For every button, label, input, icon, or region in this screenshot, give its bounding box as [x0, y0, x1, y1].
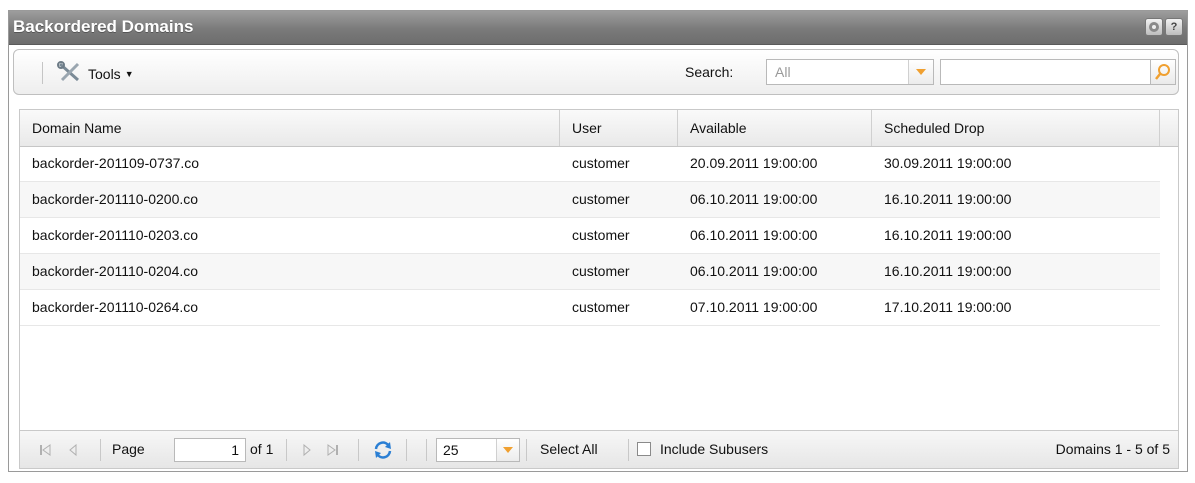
cell-domain: backorder-201110-0264.co [32, 299, 199, 315]
page-size-value: 25 [443, 442, 459, 458]
domains-grid: Domain Name User Available Scheduled Dro… [19, 109, 1179, 431]
cell-domain: backorder-201110-0204.co [32, 263, 199, 279]
backordered-domains-panel: Backordered Domains ? Tools ▼ Search: Al… [8, 10, 1188, 472]
cell-scheduled-drop: 16.10.2011 19:00:00 [884, 263, 1012, 279]
cell-available: 06.10.2011 19:00:00 [690, 227, 818, 243]
paging-separator [426, 439, 427, 461]
paging-separator [526, 439, 527, 461]
cell-user: customer [572, 263, 630, 279]
column-header-domain-name[interactable]: Domain Name [20, 110, 560, 146]
include-subusers-checkbox[interactable] [637, 442, 651, 456]
page-label: Page [112, 441, 145, 457]
page-size-select[interactable]: 25 [436, 438, 520, 462]
dropdown-arrow-icon[interactable] [496, 439, 519, 461]
toolbar: Tools ▼ Search: All [13, 49, 1179, 95]
settings-icon[interactable] [1145, 18, 1163, 36]
chevron-down-icon: ▼ [124, 68, 134, 79]
paging-summary: Domains 1 - 5 of 5 [1055, 441, 1170, 457]
search-scope-value: All [775, 64, 791, 80]
cell-scheduled-drop: 16.10.2011 19:00:00 [884, 191, 1012, 207]
select-all-button[interactable]: Select All [540, 441, 598, 457]
first-page-icon[interactable] [38, 443, 52, 457]
cell-user: customer [572, 299, 630, 315]
search-label: Search: [685, 64, 734, 80]
cell-scheduled-drop: 30.09.2011 19:00:00 [884, 155, 1012, 171]
cell-available: 06.10.2011 19:00:00 [690, 263, 818, 279]
cell-available: 07.10.2011 19:00:00 [690, 299, 818, 315]
page-count-label: of 1 [250, 441, 274, 457]
next-page-icon[interactable] [300, 443, 314, 457]
table-row[interactable]: backorder-201110-0200.co customer 06.10.… [20, 182, 1160, 218]
dropdown-arrow-icon[interactable] [908, 60, 933, 84]
search-scope-select[interactable]: All [766, 59, 934, 85]
cell-scheduled-drop: 17.10.2011 19:00:00 [884, 299, 1012, 315]
help-icon[interactable]: ? [1165, 18, 1183, 36]
paging-separator [406, 439, 407, 461]
paging-separator [286, 439, 287, 461]
cell-available: 06.10.2011 19:00:00 [690, 191, 818, 207]
table-row[interactable]: backorder-201110-0204.co customer 06.10.… [20, 254, 1160, 290]
include-subusers-label[interactable]: Include Subusers [660, 441, 768, 457]
panel-title: Backordered Domains [13, 17, 194, 36]
paging-separator [628, 439, 629, 461]
cell-domain: backorder-201110-0200.co [32, 191, 199, 207]
cell-available: 20.09.2011 19:00:00 [690, 155, 818, 171]
paging-separator [358, 439, 359, 461]
panel-title-bar: Backordered Domains ? [9, 11, 1187, 45]
paging-separator [100, 439, 101, 461]
tools-icon [56, 60, 84, 87]
paging-toolbar: Page 1 of 1 25 Select All Include Subuse… [19, 431, 1179, 469]
column-header-scheduled-drop[interactable]: Scheduled Drop [872, 110, 1160, 146]
cell-scheduled-drop: 16.10.2011 19:00:00 [884, 227, 1012, 243]
page-number-input[interactable]: 1 [174, 438, 246, 462]
cell-user: customer [572, 191, 630, 207]
search-input[interactable] [940, 59, 1176, 85]
table-row[interactable]: backorder-201109-0737.co customer 20.09.… [20, 146, 1160, 182]
refresh-icon[interactable] [372, 440, 394, 460]
tools-menu-button[interactable]: Tools ▼ [56, 60, 134, 87]
cell-domain: backorder-201110-0203.co [32, 227, 199, 243]
tools-label: Tools [88, 65, 121, 82]
search-button[interactable] [1150, 59, 1176, 85]
table-row[interactable]: backorder-201110-0203.co customer 06.10.… [20, 218, 1160, 254]
grid-header: Domain Name User Available Scheduled Dro… [20, 110, 1178, 147]
column-header-user[interactable]: User [560, 110, 678, 146]
previous-page-icon[interactable] [66, 443, 80, 457]
toolbar-separator [42, 62, 43, 84]
last-page-icon[interactable] [326, 443, 340, 457]
table-row[interactable]: backorder-201110-0264.co customer 07.10.… [20, 290, 1160, 326]
cell-domain: backorder-201109-0737.co [32, 155, 200, 171]
column-header-available[interactable]: Available [678, 110, 872, 146]
search-icon [1151, 64, 1175, 88]
cell-user: customer [572, 227, 630, 243]
cell-user: customer [572, 155, 630, 171]
